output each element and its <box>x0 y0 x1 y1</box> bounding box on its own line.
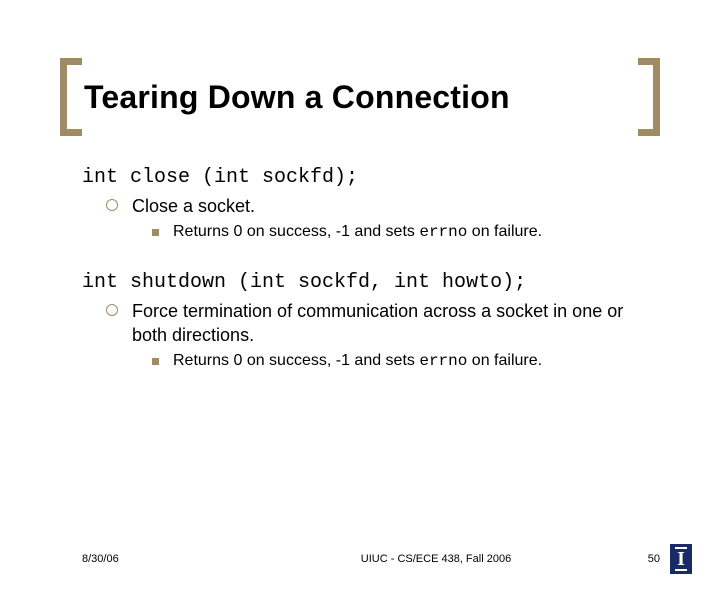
circle-bullet-icon <box>106 304 118 316</box>
square-bullet-icon <box>152 229 159 236</box>
errno-code: errno <box>419 352 467 370</box>
footer-page-number: 50 <box>610 553 670 565</box>
footer-course: UIUC - CS/ECE 438, Fall 2006 <box>262 553 610 565</box>
code-close-signature: int close (int sockfd); <box>82 166 650 189</box>
close-description: Close a socket. <box>132 195 255 218</box>
square-bullet-icon <box>152 358 159 365</box>
close-return-value: Returns 0 on success, -1 and sets errno … <box>173 222 542 243</box>
footer: 8/30/06 UIUC - CS/ECE 438, Fall 2006 50 … <box>0 544 720 574</box>
bracket-left-icon <box>60 58 82 136</box>
slide-title: Tearing Down a Connection <box>82 79 638 116</box>
title-bar: Tearing Down a Connection <box>60 58 660 136</box>
logo-letter: I <box>675 547 687 571</box>
list-item: Returns 0 on success, -1 and sets errno … <box>82 222 650 243</box>
uiuc-logo-icon: I <box>670 544 692 574</box>
list-item: Close a socket. <box>82 195 650 218</box>
content-area: int close (int sockfd); Close a socket. … <box>82 166 650 372</box>
shutdown-description: Force termination of communication acros… <box>132 300 650 347</box>
shutdown-block: int shutdown (int sockfd, int howto); Fo… <box>82 271 650 372</box>
text-part: on failure. <box>467 352 542 369</box>
text-part: Returns 0 on success, -1 and sets <box>173 352 419 369</box>
bracket-right-icon <box>638 58 660 136</box>
list-item: Returns 0 on success, -1 and sets errno … <box>82 351 650 372</box>
text-part: Returns 0 on success, -1 and sets <box>173 223 419 240</box>
text-part: on failure. <box>467 223 542 240</box>
list-item: Force termination of communication acros… <box>82 300 650 347</box>
slide: Tearing Down a Connection int close (int… <box>0 58 720 598</box>
errno-code: errno <box>419 223 467 241</box>
footer-date: 8/30/06 <box>82 553 262 565</box>
circle-bullet-icon <box>106 199 118 211</box>
shutdown-return-value: Returns 0 on success, -1 and sets errno … <box>173 351 542 372</box>
code-shutdown-signature: int shutdown (int sockfd, int howto); <box>82 271 650 294</box>
